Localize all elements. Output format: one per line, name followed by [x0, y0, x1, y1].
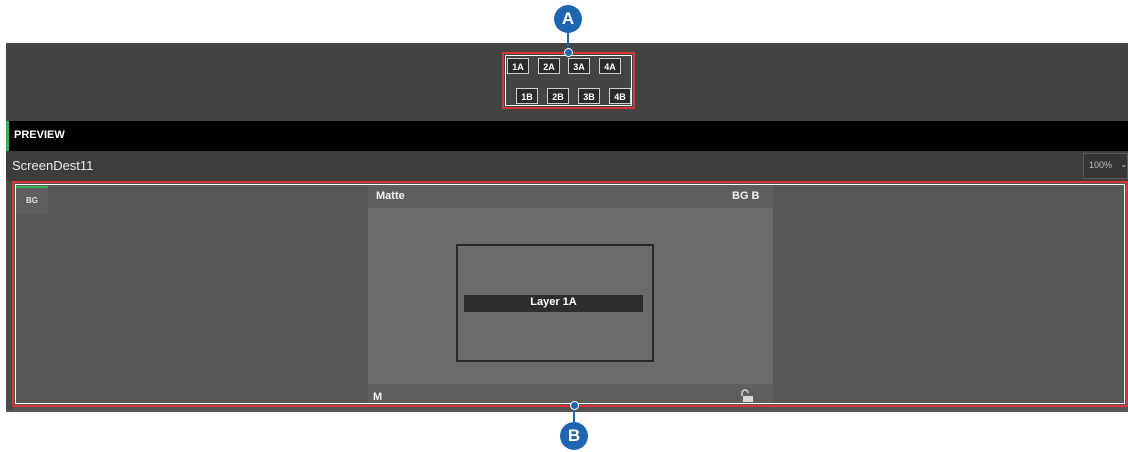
zoom-value: 100% [1089, 160, 1113, 170]
callout-a-dot [564, 48, 573, 57]
callout-b-marker: B [560, 422, 588, 450]
destination-name: ScreenDest11 [12, 158, 94, 173]
callout-a-outline [502, 52, 635, 109]
callout-a-marker: A [554, 5, 582, 33]
preview-accent [6, 121, 9, 151]
preview-label: PREVIEW [14, 129, 65, 141]
chevron-down-icon: ⌄ [1120, 159, 1128, 169]
preview-header [6, 121, 1128, 151]
canvas-bottom-edge [6, 410, 1128, 412]
destination-row [6, 151, 1128, 181]
callout-b-dot [570, 401, 579, 410]
callout-b-outline [12, 181, 1128, 407]
